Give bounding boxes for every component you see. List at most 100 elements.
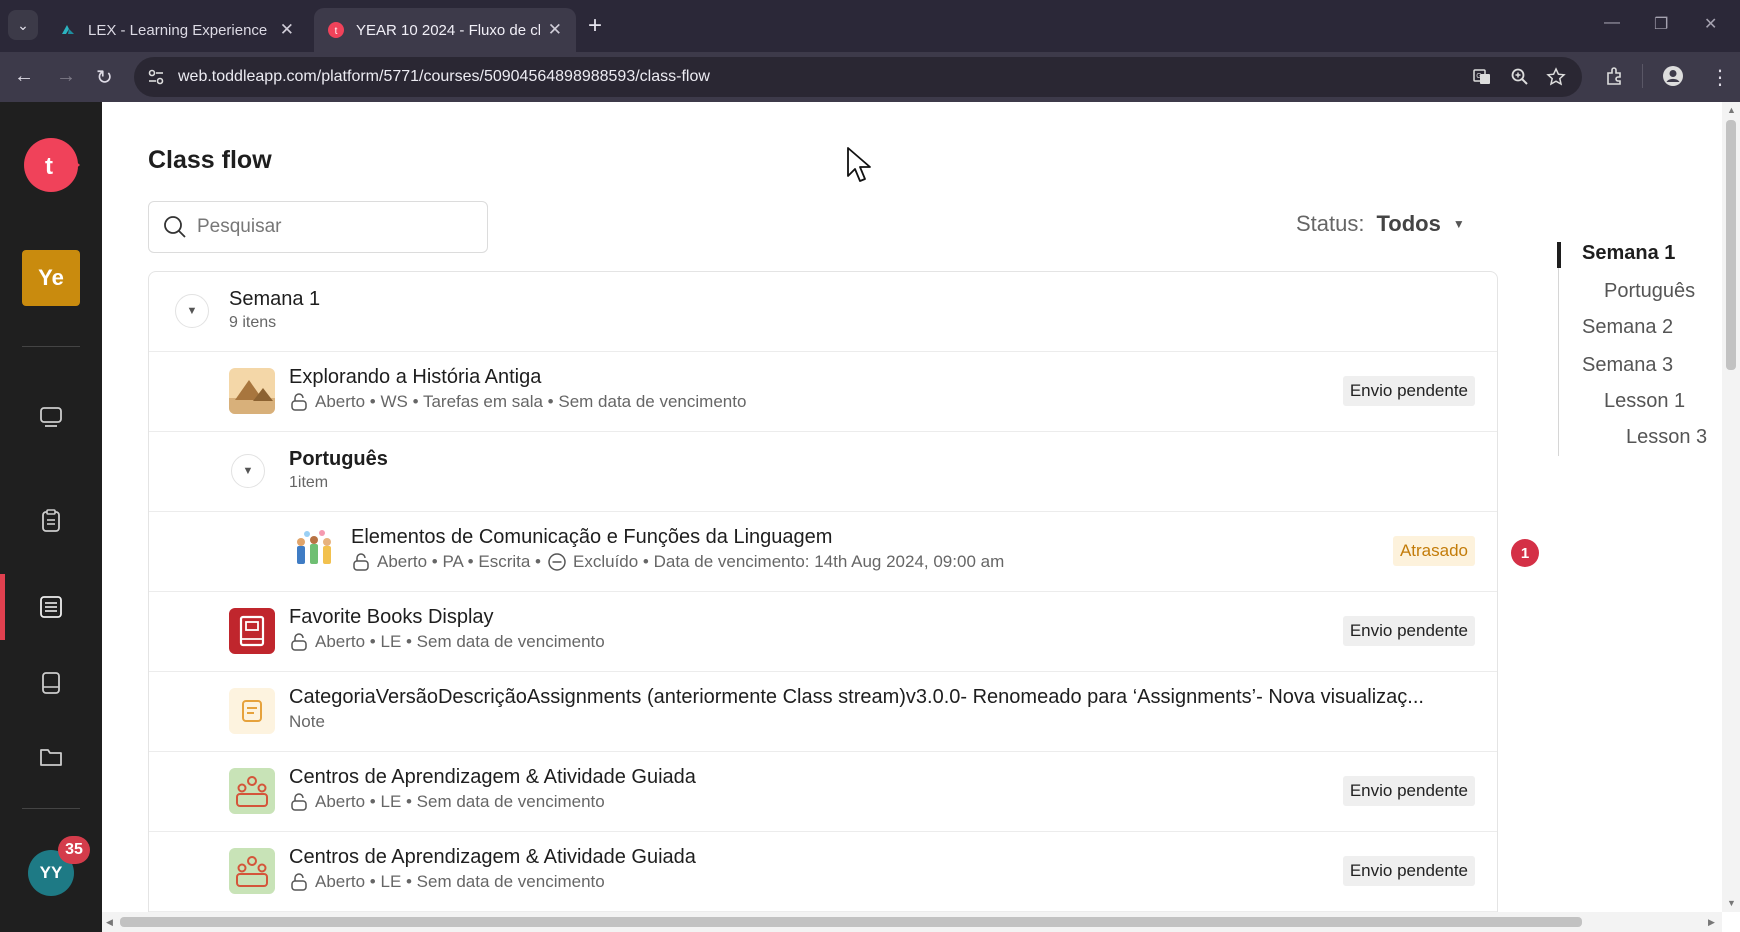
svg-text:G: G bbox=[1476, 73, 1481, 80]
item-title[interactable]: Centros de Aprendizagem & Atividade Guia… bbox=[289, 846, 696, 869]
group-item-count: 1item bbox=[289, 474, 329, 491]
unlock-icon bbox=[353, 553, 369, 571]
group-header[interactable]: ▼ Português 1item bbox=[149, 432, 1497, 512]
tab-search-button[interactable]: ⌄ bbox=[8, 10, 38, 40]
status-value: Todos bbox=[1376, 211, 1441, 236]
item-meta-text: Aberto • LE • Sem data de vencimento bbox=[315, 792, 605, 811]
late-status-badge: Atrasado bbox=[1392, 536, 1475, 566]
item-meta: Aberto • LE • Sem data de vencimento bbox=[289, 632, 605, 652]
course-badge[interactable]: Ye bbox=[22, 250, 80, 306]
url-text: web.toddleapp.com/platform/5771/courses/… bbox=[178, 68, 710, 85]
search-box[interactable] bbox=[148, 201, 488, 253]
sidebar-divider bbox=[22, 346, 80, 347]
item-title[interactable]: Centros de Aprendizagem & Atividade Guia… bbox=[289, 766, 696, 789]
week-section-header[interactable]: ▼ Semana 1 9 itens bbox=[149, 272, 1497, 352]
toc-item-portugues[interactable]: Português bbox=[1604, 280, 1695, 303]
toc-item-semana-1[interactable]: Semana 1 bbox=[1582, 242, 1675, 265]
close-tab-icon[interactable]: ✕ bbox=[280, 20, 294, 40]
toc-item-lesson-1[interactable]: Lesson 1 bbox=[1604, 390, 1685, 413]
profile-icon[interactable] bbox=[1662, 65, 1684, 87]
book-thumbnail bbox=[229, 608, 275, 654]
extensions-icon[interactable] bbox=[1604, 65, 1626, 87]
item-title[interactable]: CategoriaVersãoDescriçãoAssignments (ant… bbox=[289, 686, 1424, 709]
tab-lex[interactable]: LEX - Learning Experience ✕ bbox=[46, 8, 308, 52]
horizontal-scrollbar[interactable]: ◀ ▶ bbox=[102, 912, 1722, 932]
minimize-icon[interactable]: — bbox=[1604, 14, 1620, 32]
search-input[interactable] bbox=[197, 216, 467, 238]
people-illustration-thumbnail bbox=[291, 528, 337, 574]
close-tab-icon[interactable]: ✕ bbox=[548, 20, 562, 40]
clipboard-icon[interactable] bbox=[38, 508, 64, 534]
scrollbar-thumb[interactable] bbox=[1726, 120, 1736, 370]
more-menu-icon[interactable]: ⋮ bbox=[1710, 65, 1730, 90]
item-title[interactable]: Elementos de Comunicação e Funções da Li… bbox=[351, 526, 832, 549]
zoom-icon[interactable] bbox=[1510, 67, 1530, 87]
main-content: Class flow Status: Todos ▼ ▼ Semana 1 9 … bbox=[102, 102, 1722, 912]
folder-icon[interactable] bbox=[38, 744, 64, 770]
notebook-icon[interactable] bbox=[38, 670, 64, 696]
lex-favicon-icon bbox=[62, 25, 74, 34]
translate-icon[interactable]: G bbox=[1472, 67, 1492, 87]
tab-year10[interactable]: t YEAR 10 2024 - Fluxo de classe ✕ bbox=[314, 8, 576, 52]
status-label: Status: bbox=[1296, 211, 1365, 236]
group-people-thumbnail bbox=[229, 848, 275, 894]
classroom-icon[interactable] bbox=[38, 404, 64, 430]
toc-line bbox=[1558, 242, 1559, 456]
mouse-cursor-icon bbox=[847, 147, 871, 182]
excluded-icon bbox=[548, 553, 566, 571]
list-item[interactable]: Centros de Aprendizagem & Atividade Guia… bbox=[149, 752, 1497, 832]
toc-item-lesson-3[interactable]: Lesson 3 bbox=[1626, 426, 1707, 449]
item-meta: Aberto • PA • Escrita • Excluído • Data … bbox=[351, 552, 1004, 572]
item-meta: Note bbox=[289, 712, 325, 732]
status-filter[interactable]: Status: Todos ▼ bbox=[1296, 211, 1465, 237]
page-title: Class flow bbox=[148, 146, 272, 174]
svg-text:t: t bbox=[45, 153, 53, 180]
browser-chrome: ⌄ LEX - Learning Experience ✕ t YEAR 10 … bbox=[0, 0, 1740, 102]
item-title[interactable]: Explorando a História Antiga bbox=[289, 366, 541, 389]
restore-icon[interactable]: ❐ bbox=[1654, 14, 1668, 34]
toc-active-indicator bbox=[1557, 242, 1561, 268]
toddle-favicon-icon: t bbox=[328, 22, 344, 38]
unlock-icon bbox=[291, 393, 307, 411]
forward-icon[interactable]: → bbox=[56, 65, 76, 88]
search-icon bbox=[164, 216, 186, 238]
scroll-right-icon[interactable]: ▶ bbox=[1708, 917, 1715, 928]
tab-title: YEAR 10 2024 - Fluxo de classe bbox=[356, 21, 540, 39]
list-item[interactable]: CategoriaVersãoDescriçãoAssignments (ant… bbox=[149, 672, 1497, 752]
address-toolbar: ← → ↻ web.toddleapp.com/platform/5771/co… bbox=[0, 52, 1740, 102]
collapse-toggle-icon[interactable]: ▼ bbox=[231, 454, 265, 488]
item-title[interactable]: Favorite Books Display bbox=[289, 606, 494, 629]
list-item[interactable]: Explorando a História Antiga Aberto • WS… bbox=[149, 352, 1497, 432]
close-window-icon[interactable]: ✕ bbox=[1704, 14, 1717, 34]
class-flow-list-icon[interactable] bbox=[38, 594, 64, 620]
address-bar[interactable]: web.toddleapp.com/platform/5771/courses/… bbox=[134, 57, 1582, 97]
back-icon[interactable]: ← bbox=[14, 65, 34, 88]
scroll-up-icon[interactable]: ▲ bbox=[1727, 105, 1736, 115]
sidebar-divider bbox=[22, 808, 80, 809]
notification-count-badge: 35 bbox=[58, 836, 90, 864]
scroll-left-icon[interactable]: ◀ bbox=[106, 917, 113, 928]
vertical-scrollbar[interactable]: ▲ ▼ bbox=[1722, 102, 1740, 912]
count-badge: 1 bbox=[1511, 539, 1539, 567]
tab-bar: ⌄ LEX - Learning Experience ✕ t YEAR 10 … bbox=[0, 0, 1740, 52]
item-meta-text: Excluído • Data de vencimento: 14th Aug … bbox=[573, 552, 1005, 571]
item-meta: Aberto • LE • Sem data de vencimento bbox=[289, 872, 605, 892]
list-item[interactable]: Favorite Books Display Aberto • LE • Sem… bbox=[149, 592, 1497, 672]
reload-icon[interactable]: ↻ bbox=[96, 65, 113, 90]
bookmark-star-icon[interactable] bbox=[1546, 67, 1566, 87]
new-tab-button[interactable]: + bbox=[588, 12, 602, 40]
list-item[interactable]: Centros de Aprendizagem & Atividade Guia… bbox=[149, 832, 1497, 912]
item-meta-text: Aberto • WS • Tarefas em sala • Sem data… bbox=[315, 392, 747, 411]
site-info-icon[interactable] bbox=[146, 67, 166, 87]
collapse-toggle-icon[interactable]: ▼ bbox=[175, 294, 209, 328]
item-meta-text: Aberto • PA • Escrita • bbox=[377, 552, 541, 571]
toc-item-semana-3[interactable]: Semana 3 bbox=[1582, 354, 1673, 377]
status-badge: Envio pendente bbox=[1342, 776, 1475, 806]
note-icon bbox=[229, 688, 275, 734]
toolbar-divider bbox=[1642, 64, 1643, 88]
list-item[interactable]: Elementos de Comunicação e Funções da Li… bbox=[149, 512, 1497, 592]
scroll-down-icon[interactable]: ▼ bbox=[1727, 898, 1736, 908]
toddle-logo[interactable]: t bbox=[22, 136, 80, 194]
toc-item-semana-2[interactable]: Semana 2 bbox=[1582, 316, 1673, 339]
scrollbar-thumb[interactable] bbox=[120, 917, 1582, 927]
